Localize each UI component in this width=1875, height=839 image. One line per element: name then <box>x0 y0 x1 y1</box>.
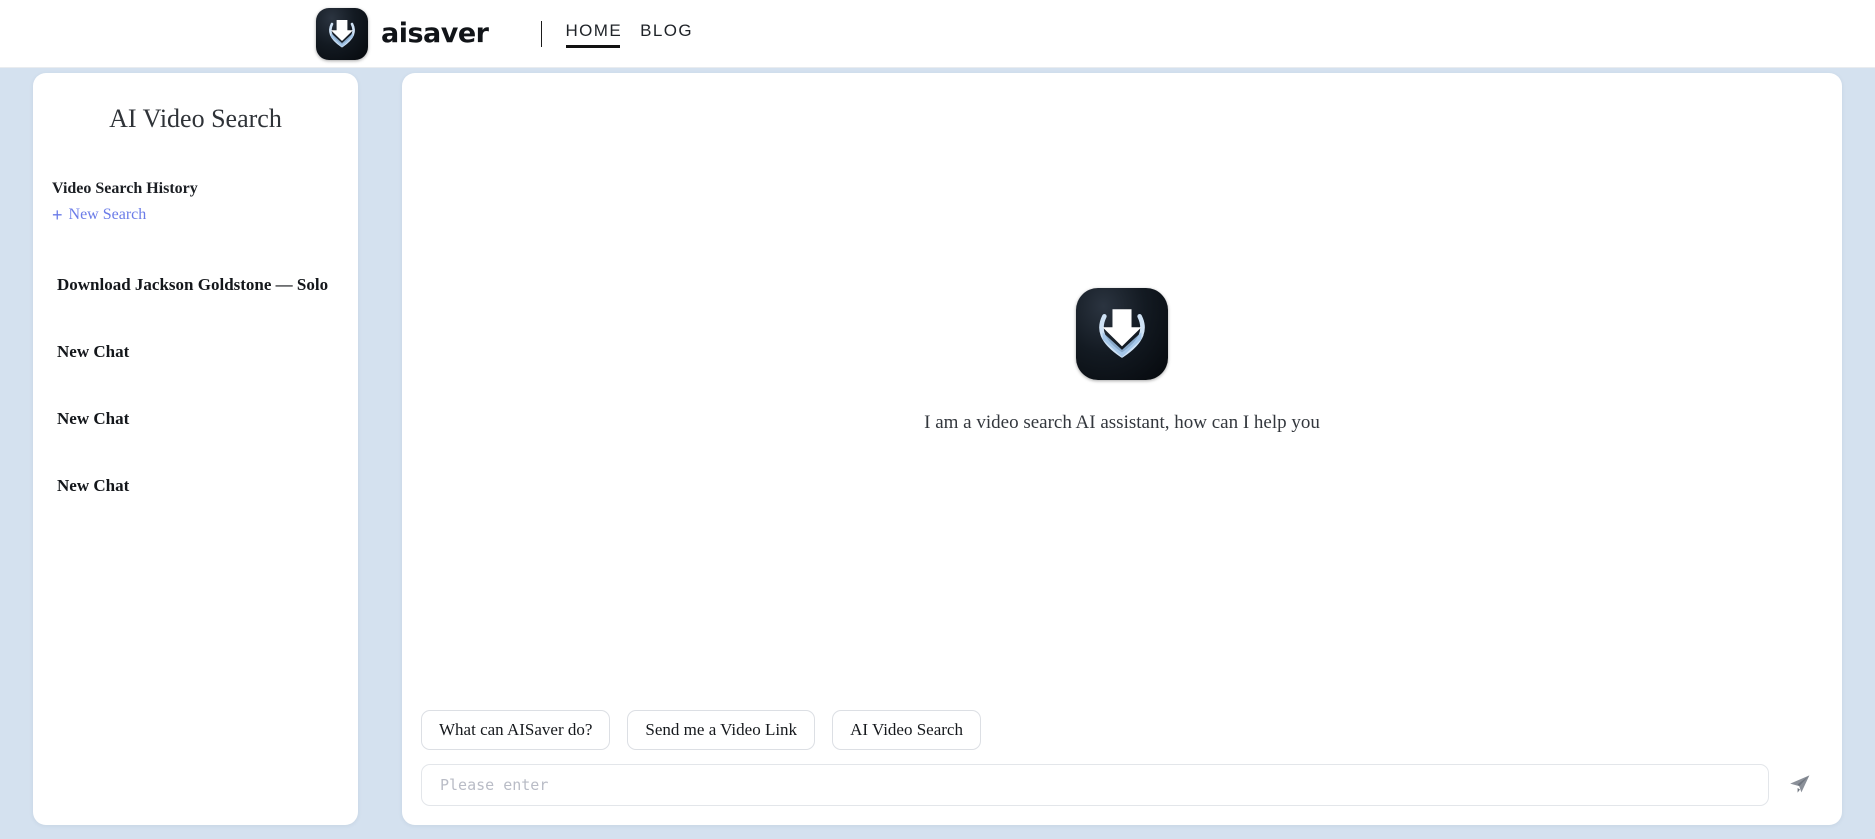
new-search-button[interactable]: + New Search <box>52 206 146 224</box>
send-button[interactable] <box>1783 768 1817 802</box>
suggestion-chip-ai-video-search[interactable]: AI Video Search <box>832 710 981 750</box>
list-item[interactable]: New Chat <box>33 452 358 519</box>
video-search-history-label: Video Search History <box>52 180 198 197</box>
brand-logo[interactable]: aisaver <box>316 7 489 60</box>
download-arrow-logo-icon <box>316 7 368 60</box>
message-input[interactable] <box>421 764 1769 806</box>
site-header: aisaver HOME BLOG <box>0 0 1875 68</box>
plus-icon: + <box>52 205 63 225</box>
message-composer <box>402 764 1842 825</box>
sidebar-panel: AI Video Search Video Search History + N… <box>33 73 358 825</box>
suggestion-chips: What can AISaver do? Send me a Video Lin… <box>402 710 1842 764</box>
suggestion-chip-what-can-aisaver-do[interactable]: What can AISaver do? <box>421 710 611 750</box>
brand-name: aisaver <box>381 18 489 49</box>
suggestion-chip-send-me-a-video-link[interactable]: Send me a Video Link <box>627 710 816 750</box>
new-search-label: New Search <box>68 206 147 223</box>
conversation-empty-state: I am a video search AI assistant, how ca… <box>402 73 1842 710</box>
main-nav: HOME BLOG <box>565 21 693 48</box>
list-item[interactable]: New Chat <box>33 385 358 452</box>
header-divider <box>540 20 542 47</box>
history-list: Download Jackson Goldstone — Solo New Ch… <box>33 251 358 519</box>
list-item[interactable]: Download Jackson Goldstone — Solo <box>33 251 358 318</box>
list-item[interactable]: New Chat <box>33 318 358 385</box>
nav-link-blog[interactable]: BLOG <box>640 21 693 47</box>
chat-panel: I am a video search AI assistant, how ca… <box>402 73 1842 825</box>
nav-link-home[interactable]: HOME <box>565 21 623 48</box>
send-paper-plane-icon <box>1788 772 1812 799</box>
assistant-greeting: I am a video search AI assistant, how ca… <box>924 411 1320 433</box>
sidebar-title: AI Video Search <box>109 104 282 133</box>
download-arrow-logo-icon <box>1076 287 1168 380</box>
